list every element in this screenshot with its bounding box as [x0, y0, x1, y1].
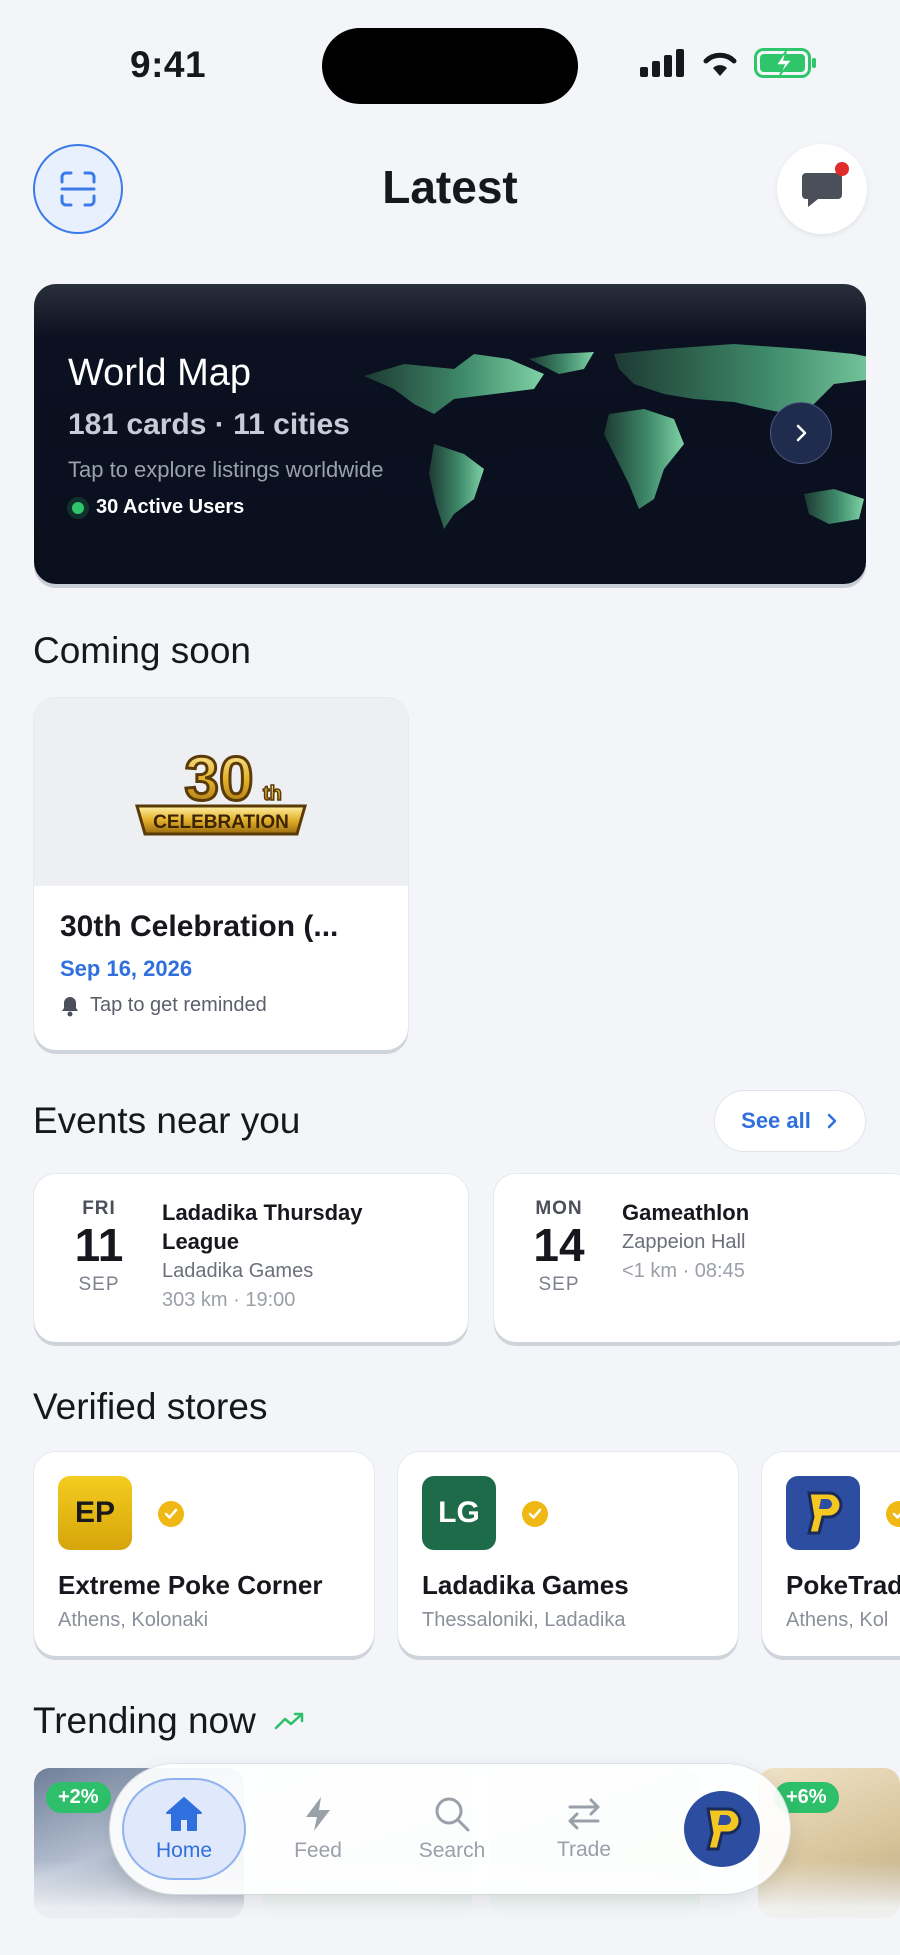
- event-day: 14: [533, 1219, 585, 1271]
- event-weekday: FRI: [82, 1198, 116, 1219]
- store-name: PokeTrad: [786, 1570, 900, 1600]
- svg-text:30: 30: [185, 745, 254, 814]
- swap-arrows-icon: [568, 1798, 600, 1830]
- nav-feed[interactable]: Feed: [256, 1778, 380, 1880]
- svg-text:CELEBRATION: CELEBRATION: [153, 812, 289, 833]
- trending-header: Trending now: [33, 1700, 306, 1742]
- online-indicator: [72, 501, 84, 514]
- event-card[interactable]: MON 14 SEP Gameathlon Zappeion Hall <1 k…: [494, 1174, 900, 1342]
- world-map-card[interactable]: World Map 181 cards · 11 cities Tap to e…: [34, 284, 866, 584]
- world-map-hint: Tap to explore listings worldwide: [68, 457, 384, 482]
- event-day: 11: [74, 1219, 124, 1271]
- page-title: Latest: [382, 161, 518, 213]
- event-name: Gameathlon: [622, 1200, 750, 1225]
- trending-title: Trending now: [33, 1700, 256, 1741]
- coming-soon-item-title: 30th Celebration (...: [60, 910, 339, 943]
- home-icon: [166, 1797, 202, 1831]
- nav-home[interactable]: Home: [122, 1778, 246, 1880]
- store-location: Athens, Kol: [786, 1609, 889, 1631]
- dynamic-island: [322, 28, 578, 104]
- profile-logo-icon: [706, 1807, 742, 1851]
- poketrade-logo-icon: [807, 1491, 843, 1535]
- nav-trade-label: Trade: [556, 1838, 612, 1861]
- nav-search-label: Search: [418, 1839, 486, 1862]
- bottom-nav: Home Feed Search Trade: [110, 1764, 790, 1894]
- event-date: FRI 11 SEP: [56, 1198, 142, 1296]
- notification-dot: [835, 162, 849, 176]
- celebration-logo-icon: 30 th CELEBRATION: [135, 744, 307, 836]
- event-place: Zappeion Hall: [622, 1231, 746, 1253]
- search-icon: [435, 1797, 470, 1832]
- verified-badge-icon: [158, 1501, 184, 1527]
- lightning-icon: [306, 1797, 330, 1831]
- messages-button[interactable]: [777, 144, 867, 234]
- coming-soon-card[interactable]: 30 th CELEBRATION 30th Celebration (... …: [34, 698, 408, 1050]
- store-name: Ladadika Games: [422, 1570, 629, 1600]
- profile-avatar[interactable]: [684, 1791, 760, 1867]
- store-logo: [786, 1476, 860, 1550]
- event-info: Gameathlon Zappeion Hall <1 km · 08:45: [622, 1198, 882, 1283]
- set-logo: 30 th CELEBRATION: [34, 698, 408, 886]
- see-all-events-button[interactable]: See all: [714, 1090, 866, 1152]
- signal-icon: [640, 49, 684, 77]
- verified-stores-title: Verified stores: [33, 1386, 268, 1427]
- store-logo: LG: [422, 1476, 496, 1550]
- event-card[interactable]: FRI 11 SEP Ladadika Thursday League Lada…: [34, 1174, 468, 1342]
- wifi-icon: [703, 52, 737, 76]
- event-meta: <1 km · 08:45: [622, 1260, 745, 1282]
- store-location: Athens, Kolonaki: [58, 1609, 209, 1631]
- world-map-open-button[interactable]: [770, 402, 832, 464]
- trending-up-icon: [274, 1712, 304, 1730]
- chat-icon: [802, 173, 842, 207]
- store-card[interactable]: EP Extreme Poke Corner Athens, Kolonaki: [34, 1452, 374, 1656]
- store-logo: EP: [58, 1476, 132, 1550]
- event-meta: 303 km · 19:00: [162, 1289, 296, 1311]
- status-bar: 9:41: [0, 0, 900, 120]
- store-location: Thessaloniki, Ladadika: [422, 1609, 626, 1631]
- events-title: Events near you: [33, 1100, 301, 1141]
- battery-charging-icon: [754, 48, 816, 78]
- store-initials: LG: [438, 1496, 480, 1529]
- active-users: 30 Active Users: [68, 496, 244, 519]
- store-card[interactable]: PokeTrad Athens, Kol: [762, 1452, 900, 1656]
- see-all-label: See all: [741, 1108, 811, 1133]
- remind-label: Tap to get reminded: [90, 994, 267, 1016]
- header: Latest: [0, 140, 900, 236]
- nav-trade[interactable]: Trade: [522, 1778, 646, 1880]
- store-name: Extreme Poke Corner: [58, 1570, 323, 1600]
- event-info: Ladadika Thursday League Ladadika Games …: [162, 1198, 392, 1312]
- bell-icon: [62, 996, 78, 1016]
- store-initials: EP: [74, 1496, 116, 1529]
- event-date: MON 14 SEP: [516, 1198, 602, 1296]
- event-month: SEP: [78, 1274, 120, 1295]
- event-place: Ladadika Games: [162, 1260, 314, 1282]
- status-icons: [640, 48, 818, 78]
- chevron-right-icon: [796, 424, 807, 442]
- price-change-badge: +2%: [46, 1782, 111, 1813]
- nav-home-label: Home: [155, 1839, 213, 1862]
- svg-text:th: th: [263, 783, 282, 805]
- coming-soon-title: Coming soon: [33, 630, 252, 671]
- chevron-right-icon: [827, 1113, 837, 1129]
- store-card[interactable]: LG Ladadika Games Thessaloniki, Ladadika: [398, 1452, 738, 1656]
- event-name: Ladadika Thursday League: [162, 1200, 363, 1254]
- verified-badge-icon: [522, 1501, 548, 1527]
- verified-badge-icon: [886, 1501, 900, 1527]
- status-time: 9:41: [130, 44, 207, 85]
- coming-soon-item-date: Sep 16, 2026: [60, 956, 193, 981]
- remind-me[interactable]: Tap to get reminded: [60, 994, 267, 1017]
- nav-search[interactable]: Search: [390, 1778, 514, 1880]
- world-map-stats: 181 cards · 11 cities: [68, 408, 350, 441]
- active-users-label: 30 Active Users: [96, 496, 245, 518]
- nav-feed-label: Feed: [294, 1839, 342, 1862]
- event-weekday: MON: [535, 1198, 583, 1219]
- event-month: SEP: [538, 1274, 580, 1295]
- world-map-title: World Map: [68, 352, 252, 394]
